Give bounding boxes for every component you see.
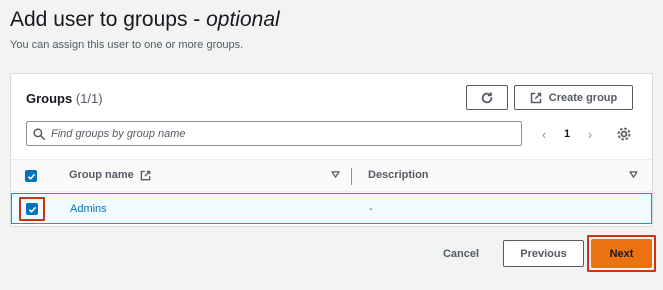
checkmark-icon bbox=[27, 173, 35, 180]
page-title-main: Add user to groups - bbox=[10, 8, 207, 31]
column-header-group-name[interactable]: Group name bbox=[69, 169, 151, 181]
column-label-description: Description bbox=[368, 169, 429, 181]
groups-panel-header: Groups (1/1) Create group ‹ 1 bbox=[11, 74, 652, 154]
chevron-right-icon[interactable]: › bbox=[585, 127, 595, 142]
search-input[interactable] bbox=[51, 127, 521, 140]
caret-down-icon[interactable] bbox=[331, 171, 340, 178]
gear-icon[interactable] bbox=[616, 126, 632, 142]
page-subtitle: You can assign this user to one or more … bbox=[10, 39, 244, 51]
column-header-description[interactable]: Description bbox=[368, 169, 429, 181]
column-label-group-name: Group name bbox=[69, 169, 134, 181]
refresh-button[interactable] bbox=[466, 85, 508, 110]
cancel-button[interactable]: Cancel bbox=[433, 240, 489, 267]
page-title: Add user to groups - optional bbox=[10, 8, 280, 32]
row-checkbox-highlight bbox=[19, 197, 45, 221]
create-group-button[interactable]: Create group bbox=[514, 85, 633, 110]
next-button[interactable]: Next bbox=[591, 239, 652, 268]
create-group-label: Create group bbox=[548, 91, 618, 104]
table-row[interactable]: Admins - bbox=[11, 193, 652, 224]
search-icon bbox=[33, 127, 45, 140]
select-all-checkbox[interactable] bbox=[25, 170, 37, 182]
refresh-icon bbox=[481, 91, 493, 103]
group-description: - bbox=[369, 203, 373, 215]
groups-title: Groups (1/1) bbox=[26, 91, 103, 106]
page-title-optional: optional bbox=[206, 8, 280, 31]
pagination: ‹ 1 › bbox=[539, 125, 595, 143]
groups-panel: Groups (1/1) Create group ‹ 1 bbox=[10, 73, 653, 227]
group-name-link[interactable]: Admins bbox=[70, 203, 107, 215]
column-divider[interactable] bbox=[351, 168, 352, 185]
groups-title-label: Groups bbox=[26, 91, 73, 106]
external-link-icon bbox=[530, 92, 542, 103]
chevron-left-icon[interactable]: ‹ bbox=[539, 127, 549, 142]
search-box[interactable] bbox=[26, 121, 522, 146]
previous-button[interactable]: Previous bbox=[503, 240, 584, 267]
external-link-icon bbox=[140, 170, 151, 180]
table-header: Group name Description bbox=[11, 159, 652, 192]
caret-down-icon[interactable] bbox=[629, 171, 638, 178]
page-number[interactable]: 1 bbox=[559, 128, 575, 140]
groups-count: (1/1) bbox=[75, 91, 103, 106]
